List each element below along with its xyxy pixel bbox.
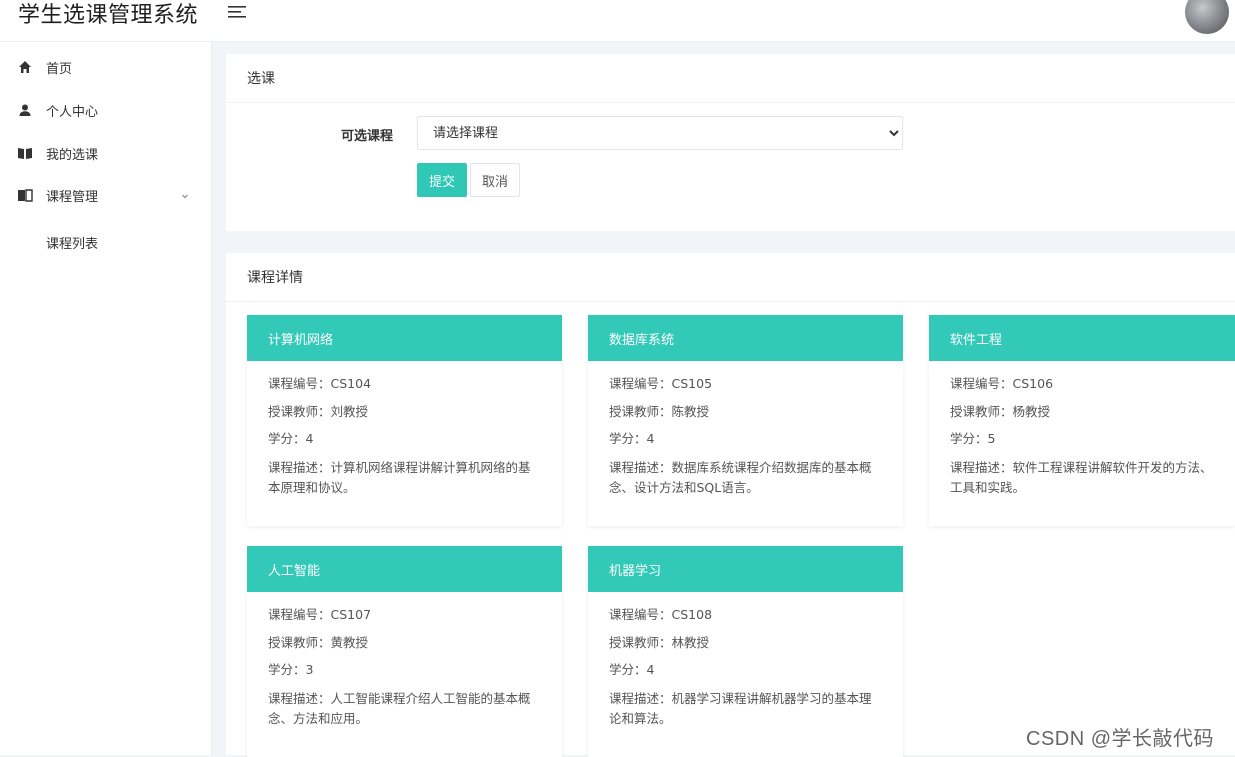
course-card[interactable]: 机器学习 课程编号：CS108 授课教师：林教授 学分：4 课程描述：机器学习课… bbox=[588, 546, 903, 757]
course-name: 人工智能 bbox=[247, 546, 562, 592]
panel-title: 选课 bbox=[226, 54, 1235, 103]
course-name: 软件工程 bbox=[929, 315, 1235, 361]
avatar[interactable] bbox=[1185, 0, 1229, 34]
course-code: 课程编号：CS107 bbox=[268, 607, 372, 622]
top-header: 学生选课管理系统 bbox=[0, 0, 1235, 42]
sidebar-item-course-management[interactable]: 课程管理 bbox=[0, 175, 212, 215]
course-description: 课程描述：计算机网络课程讲解计算机网络的基本原理和协议。 bbox=[268, 459, 531, 495]
course-name: 机器学习 bbox=[588, 546, 903, 592]
panel-title: 课程详情 bbox=[226, 253, 1235, 302]
course-card[interactable]: 软件工程 课程编号：CS106 授课教师：杨教授 学分：5 课程描述：软件工程课… bbox=[929, 315, 1235, 526]
course-card[interactable]: 数据库系统 课程编号：CS105 授课教师：陈教授 学分：4 课程描述：数据库系… bbox=[588, 315, 903, 526]
submit-button[interactable]: 提交 bbox=[417, 163, 467, 197]
home-icon bbox=[17, 59, 33, 75]
sidebar-item-home[interactable]: 首页 bbox=[0, 47, 212, 87]
sidebar-item-profile[interactable]: 个人中心 bbox=[0, 90, 212, 130]
course-credit: 学分：5 bbox=[950, 431, 996, 446]
app-title: 学生选课管理系统 bbox=[18, 3, 199, 28]
sidebar: 首页 个人中心 我的选课 课程管理 课程列表 bbox=[0, 42, 212, 755]
sidebar-item-label: 首页 bbox=[46, 61, 73, 77]
course-description: 课程描述：人工智能课程介绍人工智能的基本概念、方法和应用。 bbox=[268, 690, 531, 726]
course-code: 课程编号：CS105 bbox=[609, 376, 713, 391]
course-code: 课程编号：CS104 bbox=[268, 376, 372, 391]
open-book-icon bbox=[17, 145, 33, 161]
menu-toggle-icon[interactable] bbox=[228, 4, 246, 18]
cancel-button[interactable]: 取消 bbox=[470, 163, 520, 197]
course-credit: 学分：4 bbox=[268, 431, 314, 446]
course-select-label: 可选课程 bbox=[341, 129, 394, 144]
course-description: 课程描述：数据库系统课程介绍数据库的基本概念、设计方法和SQL语言。 bbox=[609, 459, 872, 495]
course-teacher: 授课教师：黄教授 bbox=[268, 634, 369, 650]
course-select[interactable]: 请选择课程 bbox=[417, 116, 903, 150]
course-teacher: 授课教师：陈教授 bbox=[609, 403, 710, 419]
course-card[interactable]: 人工智能 课程编号：CS107 授课教师：黄教授 学分：3 课程描述：人工智能课… bbox=[247, 546, 562, 757]
sidebar-item-label: 我的选课 bbox=[46, 147, 99, 163]
sidebar-item-my-courses[interactable]: 我的选课 bbox=[0, 133, 212, 173]
book-icon bbox=[17, 187, 33, 203]
watermark: CSDN @学长敲代码 bbox=[1026, 728, 1215, 750]
sidebar-item-label: 个人中心 bbox=[46, 104, 99, 120]
course-credit: 学分：3 bbox=[268, 662, 314, 677]
course-credit: 学分：4 bbox=[609, 431, 655, 446]
course-name: 数据库系统 bbox=[588, 315, 903, 361]
course-card[interactable]: 计算机网络 课程编号：CS104 授课教师：刘教授 学分：4 课程描述：计算机网… bbox=[247, 315, 562, 526]
sidebar-item-label: 课程列表 bbox=[46, 236, 99, 252]
course-name: 计算机网络 bbox=[247, 315, 562, 361]
course-code: 课程编号：CS108 bbox=[609, 607, 713, 622]
course-teacher: 授课教师：杨教授 bbox=[950, 403, 1051, 419]
course-description: 课程描述：软件工程课程讲解软件开发的方法、工具和实践。 bbox=[950, 459, 1213, 495]
course-description: 课程描述：机器学习课程讲解机器学习的基本理论和算法。 bbox=[609, 690, 872, 726]
chevron-down-icon bbox=[180, 190, 190, 200]
sidebar-item-label: 课程管理 bbox=[46, 189, 99, 205]
course-teacher: 授课教师：林教授 bbox=[609, 634, 710, 650]
course-teacher: 授课教师：刘教授 bbox=[268, 403, 369, 419]
sidebar-item-course-list[interactable]: 课程列表 bbox=[0, 222, 212, 262]
course-code: 课程编号：CS106 bbox=[950, 376, 1054, 391]
select-course-panel: 选课 可选课程 请选择课程 提交 取消 bbox=[226, 54, 1235, 231]
course-detail-panel: 课程详情 计算机网络 课程编号：CS104 授课教师：刘教授 学分：4 课程描述… bbox=[226, 253, 1235, 757]
user-icon bbox=[17, 102, 33, 118]
course-credit: 学分：4 bbox=[609, 662, 655, 677]
